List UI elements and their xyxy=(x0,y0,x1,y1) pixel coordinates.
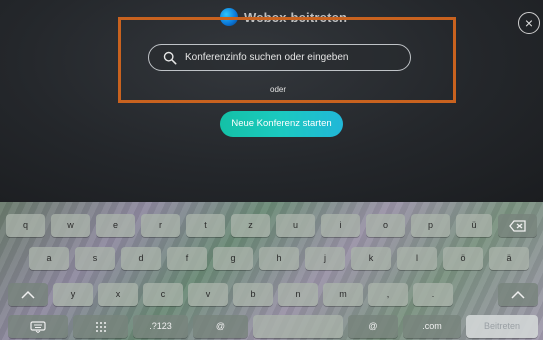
search-placeholder: Konferenzinfo suchen oder eingeben xyxy=(185,52,349,63)
close-button[interactable]: × xyxy=(518,12,540,34)
dotcom-key[interactable]: .com xyxy=(403,315,461,338)
key-t[interactable]: t xyxy=(186,214,225,237)
shift-icon xyxy=(511,290,525,299)
key-s[interactable]: s xyxy=(75,247,115,270)
key-f[interactable]: f xyxy=(167,247,207,270)
onscreen-keyboard: q w e r t z u i o p ü a s d f g h j k l … xyxy=(0,202,543,340)
key-v[interactable]: v xyxy=(188,283,228,306)
key-n[interactable]: n xyxy=(278,283,318,306)
key-ue[interactable]: ü xyxy=(456,214,492,237)
key-c[interactable]: c xyxy=(143,283,183,306)
screen: Webex beitreten × Konferenzinfo suchen o… xyxy=(0,0,543,340)
keyboard-icon xyxy=(30,321,46,333)
key-q[interactable]: q xyxy=(6,214,45,237)
key-ae[interactable]: ä xyxy=(489,247,529,270)
shift-key-right[interactable] xyxy=(498,283,538,306)
keyboard-hide-key[interactable] xyxy=(8,315,68,338)
at-key-right[interactable]: @ xyxy=(348,315,398,338)
key-a[interactable]: a xyxy=(29,247,69,270)
key-d[interactable]: d xyxy=(121,247,161,270)
search-icon xyxy=(163,51,177,64)
submit-key[interactable]: Beitreten xyxy=(466,315,538,338)
shift-icon xyxy=(21,290,35,299)
key-e[interactable]: e xyxy=(96,214,135,237)
start-meeting-button[interactable]: Neue Konferenz starten xyxy=(220,111,343,137)
space-key[interactable] xyxy=(253,315,343,338)
key-period[interactable]: . xyxy=(413,283,453,306)
at-key-left[interactable]: @ xyxy=(193,315,248,338)
key-j[interactable]: j xyxy=(305,247,345,270)
key-m[interactable]: m xyxy=(323,283,363,306)
key-z[interactable]: z xyxy=(231,214,270,237)
app-area: Webex beitreten × Konferenzinfo suchen o… xyxy=(0,0,543,202)
key-r[interactable]: r xyxy=(141,214,180,237)
key-x[interactable]: x xyxy=(98,283,138,306)
key-o[interactable]: o xyxy=(366,214,405,237)
backspace-icon xyxy=(508,219,526,232)
numbers-key[interactable]: .?123 xyxy=(133,315,188,338)
key-comma[interactable]: , xyxy=(368,283,408,306)
shift-key-left[interactable] xyxy=(8,283,48,306)
key-h[interactable]: h xyxy=(259,247,299,270)
key-b[interactable]: b xyxy=(233,283,273,306)
key-g[interactable]: g xyxy=(213,247,253,270)
search-input[interactable]: Konferenzinfo suchen oder eingeben xyxy=(148,44,411,71)
key-i[interactable]: i xyxy=(321,214,360,237)
grid-icon xyxy=(95,321,106,332)
key-y[interactable]: y xyxy=(53,283,93,306)
backspace-key[interactable] xyxy=(498,214,537,237)
key-p[interactable]: p xyxy=(411,214,450,237)
divider-text: oder xyxy=(270,85,287,94)
key-u[interactable]: u xyxy=(276,214,315,237)
emoji-grid-key[interactable] xyxy=(73,315,128,338)
key-k[interactable]: k xyxy=(351,247,391,270)
key-l[interactable]: l xyxy=(397,247,437,270)
key-oe[interactable]: ö xyxy=(443,247,483,270)
key-w[interactable]: w xyxy=(51,214,90,237)
